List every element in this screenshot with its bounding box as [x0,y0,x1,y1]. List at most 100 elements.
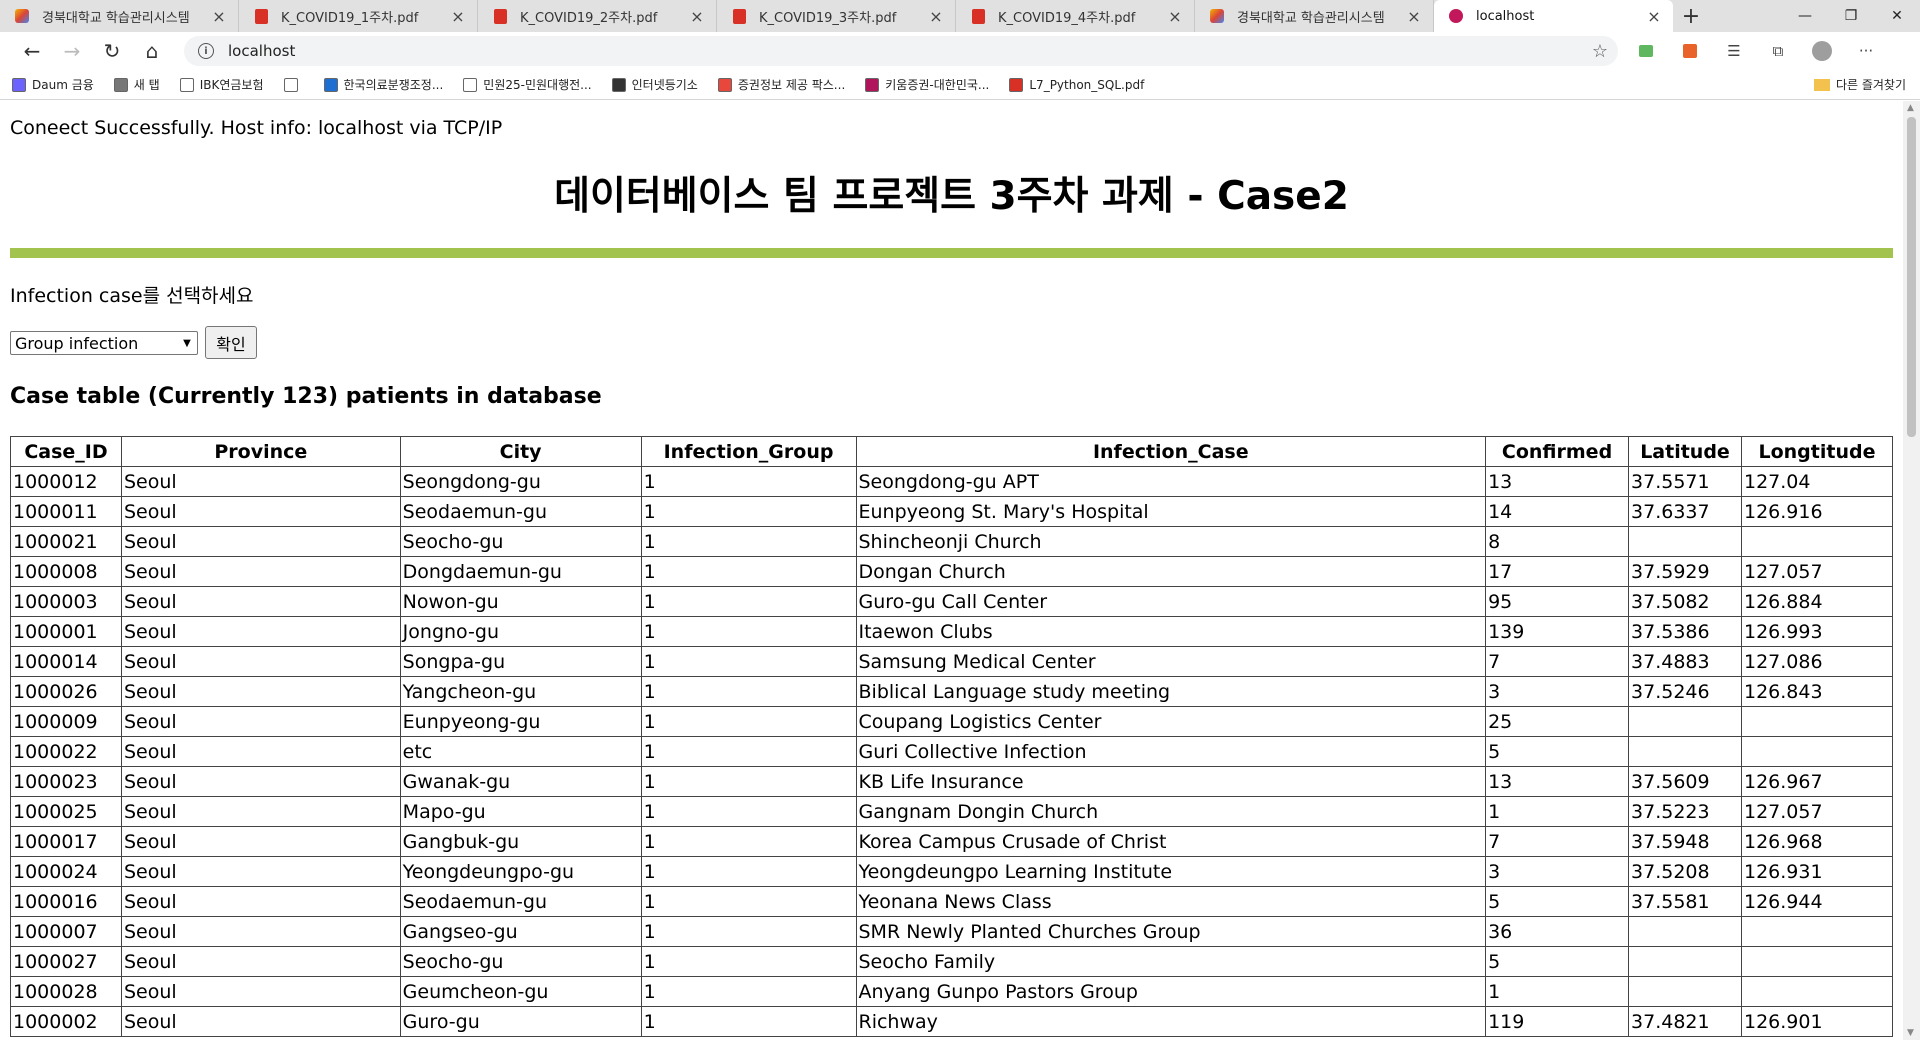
table-cell: 1 [640,856,857,887]
minimize-icon[interactable]: — [1782,0,1828,32]
bookmark-item[interactable]: IBK연금보험 [179,76,264,93]
bookmark-label: 새 탭 [133,78,160,92]
window-controls: — ❐ ✕ [1782,0,1920,32]
infection-case-select[interactable]: Group infection ▼ [10,331,198,355]
table-cell: 1000022 [10,736,122,767]
bookmark-item[interactable]: 증권정보 제공 팍스... [717,76,845,93]
tab-title: K_COVID19_3주차.pdf [759,10,897,26]
site-info-icon[interactable]: i [198,43,214,59]
table-cell: Seoul [120,886,401,917]
new-tab-button[interactable]: + [1673,0,1709,32]
table-row: 1000009 Seoul Eunpyeong-gu 1 Coupang Logisti… [10,706,1894,737]
table-row: 1000011 Seoul Seodaemun-gu 1 Eunpyeong St. M… [10,496,1894,527]
refresh-icon[interactable]: ↻ [92,35,132,67]
table-row: 1000003 Seoul Nowon-gu 1 Guro-gu Call Center… [10,586,1894,617]
address-url[interactable]: localhost [228,42,1582,60]
browser-tab[interactable]: K_COVID19_3주차.pdf × [717,0,956,32]
table-cell: Yeonana News Class [855,886,1487,917]
table-cell: 127.057 [1740,796,1894,827]
table-cell: 1 [640,976,857,1007]
table-cell: 1 [1485,976,1630,1007]
table-cell: 126.916 [1740,496,1894,527]
table-cell: 126.967 [1740,766,1894,797]
table-cell: Dongan Church [855,556,1487,587]
table-cell: 127.04 [1740,466,1894,497]
table-row: 1000027 Seoul Seocho-gu 1 Seocho Family 5 [10,946,1894,977]
table-cell: KB Life Insurance [855,766,1487,797]
table-cell: 1000007 [10,916,122,947]
scroll-up-icon[interactable]: ▲ [1907,103,1914,113]
extension-orange-icon[interactable] [1668,35,1712,67]
browser-tab[interactable]: K_COVID19_4주차.pdf × [956,0,1195,32]
home-icon[interactable]: ⌂ [132,35,172,67]
tab-close-icon[interactable]: × [1405,7,1423,26]
tab-title: 경북대학교 학습관리시스템 [42,10,190,26]
table-cell: Seoul [120,496,401,527]
table-cell: Anyang Gunpo Pastors Group [855,976,1487,1007]
tab-close-icon[interactable]: × [449,7,467,26]
table-cell: 1 [1485,796,1630,827]
table-cell: 1 [640,886,857,917]
browser-tab[interactable]: 경북대학교 학습관리시스템 × [0,0,239,32]
bookmark-label: 키움증권-대한민국... [885,78,990,92]
tab-close-icon[interactable]: × [210,7,228,26]
tab-close-icon[interactable]: × [927,7,945,26]
table-cell: 1000027 [10,946,122,977]
table-cell: 1 [640,526,857,557]
browser-tab[interactable]: K_COVID19_1주차.pdf × [239,0,478,32]
table-cell: 1 [640,706,857,737]
table-row: 1000007 Seoul Gangseo-gu 1 SMR Newly Planted… [10,916,1894,947]
tab-close-icon[interactable]: × [688,7,706,26]
extension-green-icon[interactable] [1624,35,1668,67]
tab-close-icon[interactable]: × [1166,7,1184,26]
browser-tab[interactable]: localhost × [1434,0,1673,32]
bookmark-item[interactable]: 인터넷등기소 [611,76,698,93]
bookmark-item[interactable]: Daum 금융 [12,76,94,93]
table-cell [1628,946,1742,977]
tab-list: 경북대학교 학습관리시스템 × K_COVID19_1주차.pdf × K_COVID1… [0,0,1673,32]
table-cell: Yeongdeungpo-gu [399,856,642,887]
forward-icon[interactable]: → [52,35,92,67]
bookmark-item[interactable]: 새 탭 [113,76,160,93]
close-window-icon[interactable]: ✕ [1874,0,1920,32]
table-cell: 1 [640,736,857,767]
table-cell: 126.968 [1740,826,1894,857]
restore-icon[interactable]: ❐ [1828,0,1874,32]
favorite-star-icon[interactable]: ☆ [1582,41,1618,62]
favorites-list-icon[interactable]: ☰ [1712,35,1756,67]
profile-avatar-icon[interactable] [1800,35,1844,67]
tab-close-icon[interactable]: × [1645,7,1663,26]
settings-more-icon[interactable]: ··· [1844,35,1888,67]
scroll-down-icon[interactable]: ▼ [1907,1028,1914,1038]
select-prompt: Infection case를 선택하세요 [10,285,254,307]
table-cell: Seoul [120,556,401,587]
table-cell: 37.5929 [1628,556,1742,587]
confirm-button[interactable]: 확인 [205,326,257,359]
browser-tab[interactable]: K_COVID19_2주차.pdf × [478,0,717,32]
back-icon[interactable]: ← [12,35,52,67]
table-cell: 1000023 [10,766,122,797]
bookmark-item[interactable]: 민원25-민원대행전... [463,76,592,93]
bookmark-item[interactable]: L7_Python_SQL.pdf [1009,77,1144,92]
table-cell: Seongdong-gu [399,466,642,497]
bookmark-label: 인터넷등기소 [631,78,698,92]
lms-icon [1209,8,1225,24]
browser-tab[interactable]: 경북대학교 학습관리시스템 × [1195,0,1434,32]
pdf-icon [731,8,747,24]
address-bar[interactable]: i localhost ☆ [184,36,1618,66]
table-cell: Dongdaemun-gu [399,556,642,587]
table-cell: 119 [1485,1006,1630,1037]
table-cell: 7 [1485,646,1630,677]
other-bookmarks[interactable]: 다른 즐겨찾기 [1813,76,1906,93]
column-header: Longtitude [1740,436,1894,467]
bookmark-item[interactable]: 키움증권-대한민국... [865,76,989,93]
collections-icon[interactable]: ⧉ [1756,35,1800,67]
table-row: 1000002 Seoul Guro-gu 1 Richway 119 37.4821 126… [10,1006,1894,1037]
connection-status: Coneect Successfully. Host info: localho… [10,117,503,139]
table-cell: 1000026 [10,676,122,707]
bookmark-item[interactable]: 한국의료분쟁조정... [323,76,443,93]
vertical-scrollbar[interactable]: ▲ ▼ [1903,101,1920,1040]
table-cell: 37.5581 [1628,886,1742,917]
bookmark-item[interactable] [283,77,304,92]
scrollbar-thumb[interactable] [1907,117,1916,437]
